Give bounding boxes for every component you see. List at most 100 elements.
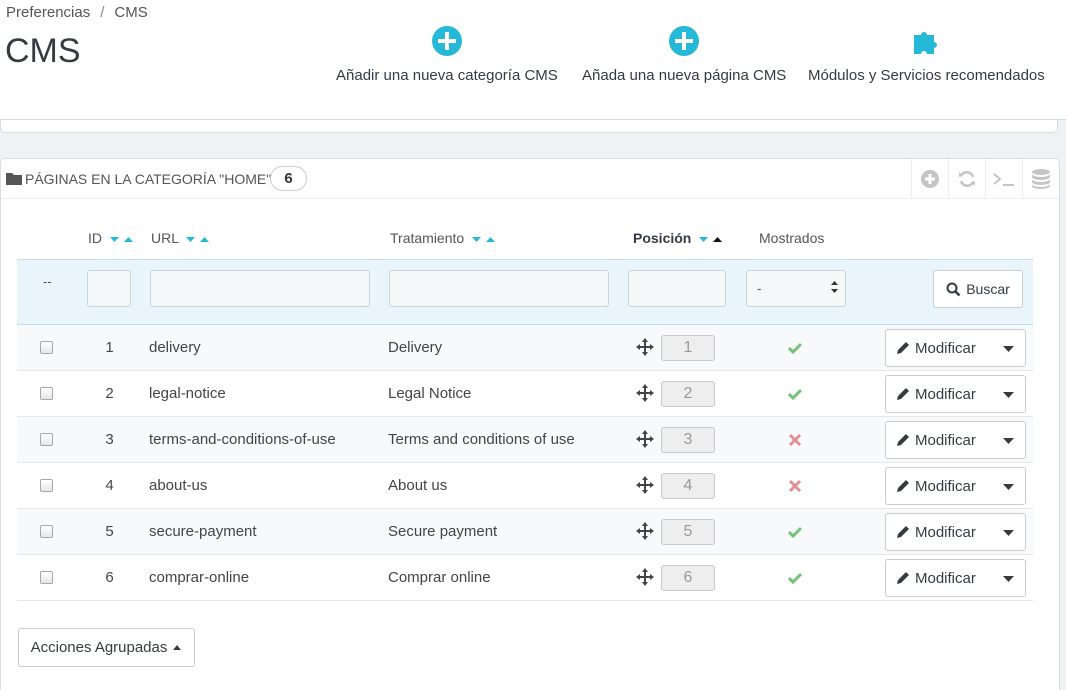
sql-query-button[interactable] xyxy=(985,159,1022,199)
folder-icon xyxy=(6,173,22,185)
column-title: Tratamiento xyxy=(390,230,497,246)
pencil-icon xyxy=(897,572,909,584)
recommended-modules-label: Módulos y Servicios recomendados xyxy=(808,67,1045,84)
pencil-icon xyxy=(897,388,909,400)
cross-icon[interactable] xyxy=(788,433,802,447)
cross-icon[interactable] xyxy=(788,479,802,493)
row-checkbox[interactable] xyxy=(40,571,53,584)
check-icon[interactable] xyxy=(787,387,803,401)
row-checkbox[interactable] xyxy=(40,387,53,400)
column-id: ID xyxy=(88,230,135,246)
edit-button[interactable]: Modificar xyxy=(886,422,990,458)
row-actions: Modificar xyxy=(885,559,1026,597)
edit-button[interactable]: Modificar xyxy=(886,514,990,550)
row-url: about-us xyxy=(149,477,208,494)
row-checkbox[interactable] xyxy=(40,341,53,354)
row-id: 5 xyxy=(105,523,114,540)
table-row[interactable]: 6 comprar-online Comprar online 6 Modificar xyxy=(17,555,1033,601)
sort-arrows-icon[interactable] xyxy=(185,234,211,244)
position-value: 3 xyxy=(661,427,715,453)
filter-shown-select[interactable]: - xyxy=(746,270,846,307)
position-value: 2 xyxy=(661,381,715,407)
row-id: 4 xyxy=(105,477,114,494)
row-actions-dropdown[interactable] xyxy=(991,514,1025,550)
position-value: 5 xyxy=(661,519,715,545)
count-badge: 6 xyxy=(270,166,307,191)
edit-button-label: Modificar xyxy=(915,523,976,541)
filter-row: -- - Buscar xyxy=(17,259,1033,325)
filter-position-input[interactable] xyxy=(628,270,726,307)
recommended-modules-button[interactable]: Módulos y Servicios recomendados xyxy=(808,25,1045,84)
row-id: 1 xyxy=(105,339,114,356)
page-header: Preferencias / CMS CMS Añadir una nueva ca… xyxy=(0,0,1066,120)
row-title: Secure payment xyxy=(388,523,498,540)
drag-handle-icon[interactable] xyxy=(636,476,654,494)
breadcrumb: Preferencias / CMS xyxy=(6,4,148,21)
add-page-button[interactable]: Añada una nueva página CMS xyxy=(582,25,786,84)
table-row[interactable]: 5 secure-payment Secure payment 5 Modificar xyxy=(17,509,1033,555)
row-actions-dropdown[interactable] xyxy=(991,376,1025,412)
column-url: URL xyxy=(151,230,211,246)
column-title-label: Tratamiento xyxy=(390,230,465,246)
drag-handle-icon[interactable] xyxy=(636,522,654,540)
refresh-button[interactable] xyxy=(948,159,985,199)
position-value: 4 xyxy=(661,473,715,499)
sort-arrows-icon[interactable] xyxy=(109,234,135,244)
drag-handle-icon[interactable] xyxy=(636,338,654,356)
bulk-actions-button[interactable]: Acciones Agrupadas xyxy=(18,628,195,667)
caret-down-icon xyxy=(1002,345,1014,352)
export-sql-button[interactable] xyxy=(1022,159,1059,199)
row-checkbox[interactable] xyxy=(40,433,53,446)
drag-handle-icon[interactable] xyxy=(636,384,654,402)
sort-arrows-icon[interactable] xyxy=(471,234,497,244)
panel-heading: PÁGINAS EN LA CATEGORÍA "HOME" 6 xyxy=(1,159,1059,199)
add-new-button[interactable] xyxy=(911,159,948,199)
filter-empty-cell: -- xyxy=(43,274,52,289)
select-arrows-icon xyxy=(831,281,838,293)
table-row[interactable]: 2 legal-notice Legal Notice 2 Modificar xyxy=(17,371,1033,417)
row-actions-dropdown[interactable] xyxy=(991,422,1025,458)
breadcrumb-parent[interactable]: Preferencias xyxy=(6,4,90,21)
edit-button[interactable]: Modificar xyxy=(886,468,990,504)
filter-title-input[interactable] xyxy=(389,270,609,307)
table-row[interactable]: 1 delivery Delivery 1 Modificar xyxy=(17,325,1033,371)
add-page-label: Añada una nueva página CMS xyxy=(582,67,787,84)
check-icon[interactable] xyxy=(787,341,803,355)
edit-button-label: Modificar xyxy=(915,477,976,495)
check-icon[interactable] xyxy=(787,525,803,539)
check-icon[interactable] xyxy=(787,571,803,585)
add-category-button[interactable]: Añadir una nueva categoría CMS xyxy=(336,25,558,84)
edit-button[interactable]: Modificar xyxy=(886,376,990,412)
sort-arrows-icon[interactable] xyxy=(698,234,724,244)
row-checkbox[interactable] xyxy=(40,525,53,538)
breadcrumb-current: CMS xyxy=(114,4,148,21)
row-checkbox[interactable] xyxy=(40,479,53,492)
table-row[interactable]: 4 about-us About us 4 Modificar xyxy=(17,463,1033,509)
edit-button-label: Modificar xyxy=(915,431,976,449)
drag-handle-icon[interactable] xyxy=(636,430,654,448)
caret-down-icon xyxy=(1002,575,1014,582)
row-actions-dropdown[interactable] xyxy=(991,468,1025,504)
edit-button-label: Modificar xyxy=(915,569,976,587)
row-actions: Modificar xyxy=(885,513,1026,551)
row-actions-dropdown[interactable] xyxy=(991,560,1025,596)
row-id: 6 xyxy=(105,569,114,586)
row-actions-dropdown[interactable] xyxy=(991,330,1025,366)
row-actions: Modificar xyxy=(885,467,1026,505)
row-url: comprar-online xyxy=(149,569,250,586)
filter-url-input[interactable] xyxy=(150,270,370,307)
database-icon xyxy=(1032,169,1050,189)
filter-id-input[interactable] xyxy=(87,270,131,307)
row-url: delivery xyxy=(149,339,201,356)
plus-circle-icon xyxy=(669,26,700,56)
puzzle-icon xyxy=(914,32,938,54)
edit-button[interactable]: Modificar xyxy=(886,560,990,596)
pencil-icon xyxy=(897,526,909,538)
table-row[interactable]: 3 terms-and-conditions-of-use Terms and co… xyxy=(17,417,1033,463)
edit-button[interactable]: Modificar xyxy=(886,330,990,366)
search-button[interactable]: Buscar xyxy=(933,270,1023,308)
pencil-icon xyxy=(897,480,909,492)
caret-up-icon xyxy=(173,644,182,650)
drag-handle-icon[interactable] xyxy=(636,568,654,586)
caret-down-icon xyxy=(1002,391,1014,398)
